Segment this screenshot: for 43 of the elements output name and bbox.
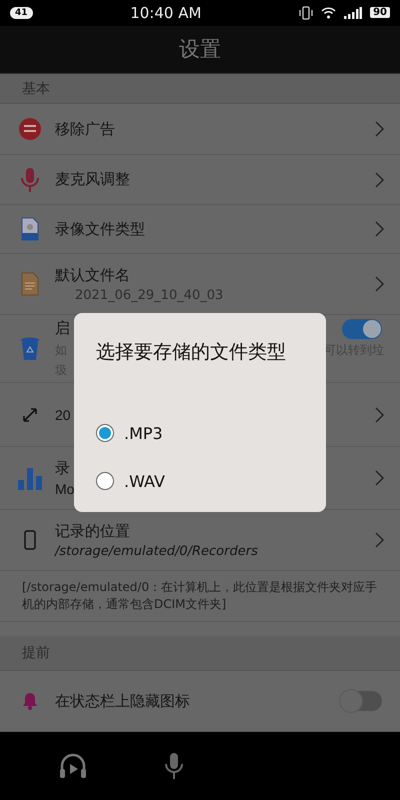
setting-value: /storage/emulated/0/Recorders [55, 544, 259, 559]
radio-button[interactable] [96, 472, 114, 490]
setting-title: 录 [55, 459, 71, 478]
radio-button[interactable] [96, 424, 114, 442]
chevron-icon [375, 276, 384, 292]
chevron-icon [375, 121, 384, 138]
setting-value: 2021_06_29_10_40_03 [74, 288, 224, 303]
wifi-icon [321, 6, 336, 19]
status-time: 10:40 AM [130, 4, 202, 22]
chevron-icon [375, 172, 384, 188]
setting-title: 启 [55, 319, 70, 338]
chevron-icon [375, 406, 384, 423]
bell-icon [22, 692, 38, 710]
notification-count: 41 [10, 6, 33, 19]
setting-title: 在状态栏上隐藏图标 [55, 692, 190, 711]
chevron-icon [375, 470, 384, 486]
toggle-switch[interactable] [342, 318, 382, 339]
toggle-switch[interactable] [342, 691, 382, 712]
bar-chart-icon [18, 466, 42, 490]
signal-icon [344, 6, 362, 19]
storage-note: [/storage/emulated/0：在计算机上，此位置是根据文件夹对应手机的内部存储，通常包含DCIM文件夹] [0, 571, 400, 622]
setting-title: 录像文件类型 [55, 220, 146, 239]
setting-value: 20 [55, 406, 72, 423]
document-icon [21, 272, 39, 296]
resize-arrows-icon [22, 406, 38, 423]
phone-icon [24, 530, 36, 550]
setting-title: 记录的位置 [55, 522, 131, 541]
microphone-icon[interactable] [164, 751, 184, 782]
recycle-bin-icon [20, 336, 40, 361]
no-ads-icon [19, 118, 41, 140]
chevron-icon [375, 221, 384, 238]
microphone-icon [20, 166, 40, 193]
vibrate-icon [299, 6, 314, 20]
audio-file-icon [21, 217, 39, 242]
setting-title: 默认文件名 [55, 266, 131, 285]
setting-title: 麦克风调整 [55, 170, 131, 190]
file-type-option[interactable]: .MP3 [96, 409, 304, 457]
setting-title: 移除广告 [55, 120, 116, 139]
file-type-option[interactable]: .WAV [96, 457, 304, 505]
page-title: 设置 [179, 36, 221, 64]
battery-level: 90 [370, 7, 390, 18]
chevron-icon [375, 532, 384, 548]
dialog-title: 选择要存储的文件类型 [96, 340, 287, 365]
